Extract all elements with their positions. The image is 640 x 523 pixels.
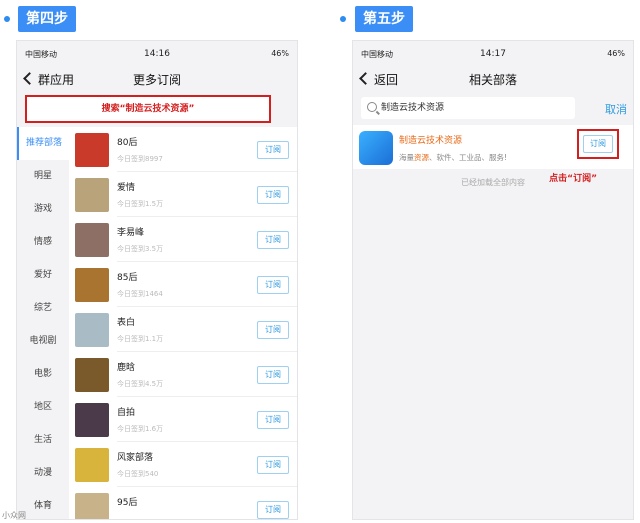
subscribe-button[interactable]: 订阅 <box>257 231 289 249</box>
subscribe-button[interactable]: 订阅 <box>257 501 289 519</box>
sidebar-item[interactable]: 爱好 <box>17 259 69 292</box>
tribe-avatar <box>75 448 109 482</box>
nav-bar: 群应用 更多订阅 <box>17 65 297 91</box>
subscribe-button[interactable]: 订阅 <box>257 321 289 339</box>
clock: 14:17 <box>480 49 506 59</box>
search-result-item[interactable]: 制造云技术资源 海量资源、软件、工业品、服务! 订阅 <box>353 125 633 169</box>
status-bar: 中国移动 14:16 46% <box>17 47 297 61</box>
tribe-name: 95后 <box>117 498 138 508</box>
subscribe-button[interactable]: 订阅 <box>257 141 289 159</box>
search-input[interactable]: 制造云技术资源 <box>361 97 575 119</box>
phone-screen-step4: 中国移动 14:16 46% 群应用 更多订阅 搜索“制造云技术资源” 推荐部落… <box>16 40 298 520</box>
sidebar-item[interactable]: 生活 <box>17 424 69 457</box>
tribe-name: 李易峰 <box>117 228 145 238</box>
list-item[interactable]: 80后今日签到8997 订阅 <box>69 127 297 172</box>
checkin-count: 今日签到540 <box>117 470 159 478</box>
tribe-avatar <box>75 493 109 519</box>
subscribe-button[interactable]: 订阅 <box>257 366 289 384</box>
subscribe-button[interactable]: 订阅 <box>257 411 289 429</box>
subscribe-button[interactable]: 订阅 <box>257 456 289 474</box>
tribe-avatar <box>75 358 109 392</box>
battery: 46% <box>607 49 625 58</box>
sidebar-item[interactable]: 明星 <box>17 160 69 193</box>
step-four-label: 第四步 <box>18 6 76 32</box>
subscribe-highlight: 订阅 <box>577 129 619 159</box>
list-item[interactable]: 李易峰今日签到3.5万 订阅 <box>69 217 297 262</box>
search-icon <box>367 102 377 112</box>
subscribe-button[interactable]: 订阅 <box>583 135 613 153</box>
tribe-avatar <box>75 223 109 257</box>
tribe-list: 80后 今日签到8997 订阅 爱情 今日签到1.5万 订阅 李易峰 今日签到3.5万 订阅 85… <box>69 127 297 519</box>
step-dot <box>4 16 10 22</box>
cancel-button[interactable]: 取消 <box>605 101 627 117</box>
sidebar-item[interactable]: 地区 <box>17 391 69 424</box>
checkin-count: 今日签到8997 <box>117 155 163 163</box>
tribe-name: 表白 <box>117 318 136 328</box>
tribe-name: 85后 <box>117 273 138 283</box>
subscribe-button[interactable]: 订阅 <box>257 276 289 294</box>
tribe-description: 海量资源、软件、工业品、服务! <box>399 153 508 162</box>
search-hint-box[interactable]: 搜索“制造云技术资源” <box>25 95 271 123</box>
tribe-avatar <box>75 178 109 212</box>
step-dot <box>340 16 346 22</box>
battery: 46% <box>271 49 289 58</box>
page-title: 更多订阅 <box>132 73 181 87</box>
loaded-all-text: 已经加载全部内容 <box>461 178 525 187</box>
sidebar-item[interactable]: 电影 <box>17 358 69 391</box>
sidebar-item[interactable]: 电视剧 <box>17 325 69 358</box>
checkin-count: 今日签到3.5万 <box>117 245 164 253</box>
tribe-name: 制造云技术资源 <box>399 136 463 146</box>
step-five-label: 第五步 <box>355 6 413 32</box>
tribe-name: 自拍 <box>117 408 136 418</box>
clock: 14:16 <box>144 49 170 59</box>
category-sidebar: 推荐部落 明星 游戏 情感 爱好 综艺 电视剧 电影 地区 生活 动漫 体育 <box>17 127 69 519</box>
phone-screen-step5: 中国移动 14:17 46% 返回 相关部落 制造云技术资源 取消 制造云技术资… <box>352 40 634 520</box>
tribe-name: 鹿晗 <box>117 363 136 373</box>
list-item[interactable]: 鹿晗今日签到4.5万 订阅 <box>69 352 297 397</box>
list-item[interactable]: 自拍今日签到1.6万 订阅 <box>69 397 297 442</box>
page-title: 相关部落 <box>468 73 517 87</box>
tribe-avatar <box>75 268 109 302</box>
tribe-logo-icon <box>359 131 393 165</box>
tribe-name: 风家部落 <box>117 453 154 463</box>
tribe-avatar <box>75 133 109 167</box>
checkin-count: 今日签到1.1万 <box>117 335 164 343</box>
checkin-count: 今日签到1.5万 <box>117 200 164 208</box>
checkin-count: 今日签到4.5万 <box>117 380 164 388</box>
tribe-name: 80后 <box>117 138 138 148</box>
sidebar-item[interactable]: 游戏 <box>17 193 69 226</box>
sidebar-item[interactable]: 综艺 <box>17 292 69 325</box>
sidebar-item[interactable]: 情感 <box>17 226 69 259</box>
nav-bar: 返回 相关部落 <box>353 65 633 91</box>
list-item[interactable]: 95后 订阅 <box>69 487 297 519</box>
sidebar-item[interactable]: 动漫 <box>17 457 69 490</box>
sidebar-item[interactable]: 推荐部落 <box>17 127 69 160</box>
status-bar: 中国移动 14:17 46% <box>353 47 633 61</box>
list-item[interactable]: 风家部落今日签到540 订阅 <box>69 442 297 487</box>
tribe-avatar <box>75 313 109 347</box>
tribe-avatar <box>75 403 109 437</box>
list-item[interactable]: 表白今日签到1.1万 订阅 <box>69 307 297 352</box>
watermark: 小众网 <box>2 511 26 520</box>
checkin-count: 今日签到1.6万 <box>117 425 164 433</box>
list-item[interactable]: 爱情今日签到1.5万 订阅 <box>69 172 297 217</box>
subscribe-button[interactable]: 订阅 <box>257 186 289 204</box>
checkin-count: 今日签到1464 <box>117 290 163 298</box>
search-value: 制造云技术资源 <box>381 103 445 113</box>
tribe-name: 爱情 <box>117 183 136 193</box>
list-item[interactable]: 85后今日签到1464 订阅 <box>69 262 297 307</box>
